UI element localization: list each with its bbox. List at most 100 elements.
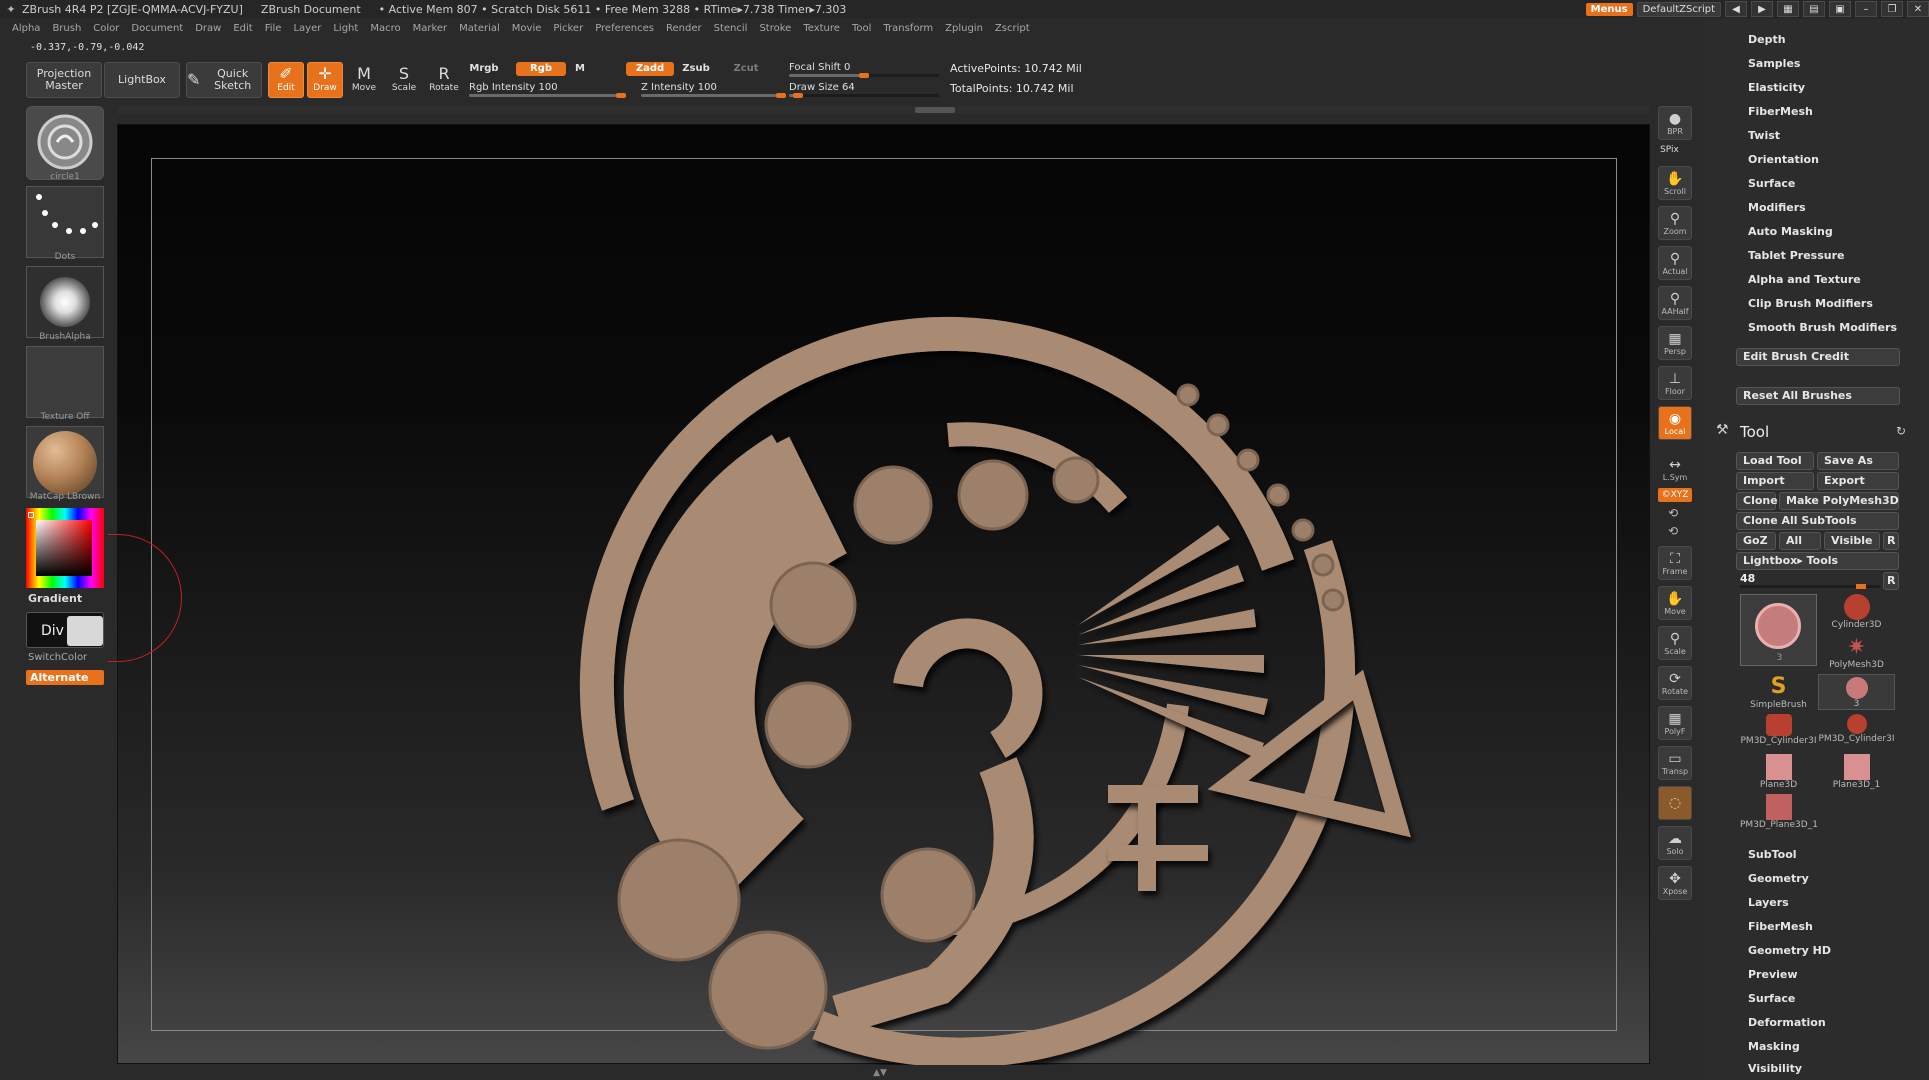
edit-brush-credit-button[interactable]: Edit Brush Credit (1736, 348, 1900, 366)
edit-button[interactable]: ✐ Edit (268, 62, 304, 98)
menu-picker[interactable]: Picker (553, 23, 583, 34)
brush-menu-smooth-modifiers[interactable]: Smooth Brush Modifiers (1748, 321, 1897, 334)
spix-label[interactable]: SPix (1660, 145, 1679, 155)
local-button[interactable]: ◉ Local (1658, 406, 1692, 440)
brush-menu-twist[interactable]: Twist (1748, 129, 1780, 142)
projection-master-button[interactable]: Projection Master (26, 62, 102, 98)
horizontal-scroll-thumb[interactable] (915, 107, 955, 113)
document-canvas[interactable] (117, 124, 1650, 1065)
polyf-button[interactable]: ▦ PolyF (1658, 706, 1692, 740)
tool-menu-geometry[interactable]: Geometry (1748, 872, 1809, 885)
xyz-button[interactable]: ©XYZ (1658, 488, 1692, 502)
stroke-thumbnail[interactable] (26, 186, 104, 258)
scale-view-button[interactable]: ⚲ Scale (1658, 626, 1692, 660)
menu-macro[interactable]: Macro (370, 23, 400, 34)
draw-size-slider[interactable] (789, 93, 939, 98)
persp-button[interactable]: ▦ Persp (1658, 326, 1692, 360)
brush-menu-fibermesh[interactable]: FiberMesh (1748, 105, 1813, 118)
secondary-color-swatch[interactable] (67, 616, 103, 646)
alternate-button[interactable]: Alternate (26, 670, 104, 685)
menu-alpha[interactable]: Alpha (12, 23, 40, 34)
menu-tool[interactable]: Tool (852, 23, 871, 34)
draw-size-knob[interactable] (793, 93, 804, 98)
material-thumbnail[interactable] (26, 426, 104, 498)
brush-menu-clip-modifiers[interactable]: Clip Brush Modifiers (1748, 297, 1873, 310)
make-polymesh-button[interactable]: Make PolyMesh3D (1779, 492, 1899, 510)
sym-rotate-icon[interactable]: ⟲ (1668, 506, 1678, 520)
menu-render[interactable]: Render (666, 23, 702, 34)
tool-plane3d[interactable]: Plane3D (1740, 754, 1817, 790)
step-back-icon[interactable]: ◀ (1725, 1, 1747, 17)
rgb-intensity-slider[interactable] (469, 93, 626, 98)
brush-thumbnail[interactable] (26, 106, 104, 180)
tool-r-button[interactable]: R (1883, 572, 1899, 590)
brush-menu-alpha-texture[interactable]: Alpha and Texture (1748, 273, 1861, 286)
close-icon[interactable]: ✕ (1907, 1, 1929, 17)
goz-r-button[interactable]: R (1883, 532, 1899, 550)
floor-button[interactable]: ⊥ Floor (1658, 366, 1692, 400)
transp-button[interactable]: ▭ Transp (1658, 746, 1692, 780)
load-tool-button[interactable]: Load Tool (1736, 452, 1814, 470)
switchcolor-label[interactable]: SwitchColor (28, 652, 87, 663)
reset-all-brushes-button[interactable]: Reset All Brushes (1736, 387, 1900, 405)
menu-document[interactable]: Document (131, 23, 183, 34)
import-button[interactable]: Import (1736, 472, 1814, 490)
menus-button[interactable]: Menus (1585, 2, 1633, 16)
move-view-button[interactable]: ✋ Move (1658, 586, 1692, 620)
draw-button[interactable]: ✛ Draw (307, 62, 343, 98)
tool-palette-refresh-icon[interactable]: ↻ (1896, 424, 1906, 438)
export-button[interactable]: Export (1817, 472, 1899, 490)
quick-sketch-button[interactable]: ✎ Quick Sketch (186, 62, 262, 98)
z-intensity-knob[interactable] (776, 93, 786, 98)
tool-plane3d-1[interactable]: Plane3D_1 (1818, 754, 1895, 790)
move-button[interactable]: M Move (346, 62, 382, 98)
horizontal-scrollbar[interactable] (117, 106, 1650, 114)
save-as-button[interactable]: Save As (1817, 452, 1899, 470)
tool-count-knob[interactable] (1856, 584, 1866, 589)
aahalf-button[interactable]: ⚲ AAHalf (1658, 286, 1692, 320)
tool-pm3d-plane3d-1[interactable]: PM3D_Plane3D_1 (1740, 794, 1818, 830)
current-tool-thumbnail[interactable]: 3 (1740, 594, 1817, 666)
layout-icon[interactable]: ▦ (1777, 1, 1799, 17)
xpose-button[interactable]: ✥ Xpose (1658, 866, 1692, 900)
menu-file[interactable]: File (265, 23, 282, 34)
tool-menu-visibility[interactable]: Visibility (1748, 1062, 1802, 1075)
tool-menu-layers[interactable]: Layers (1748, 896, 1789, 909)
tool-menu-surface[interactable]: Surface (1748, 992, 1795, 1005)
brush-menu-samples[interactable]: Samples (1748, 57, 1800, 70)
tool-menu-deformation[interactable]: Deformation (1748, 1016, 1826, 1029)
scale-button[interactable]: S Scale (386, 62, 422, 98)
hue-marker[interactable] (28, 512, 34, 518)
switch-color-swatches[interactable]: Div (26, 612, 104, 648)
brush-menu-auto-masking[interactable]: Auto Masking (1748, 225, 1833, 238)
menu-edit[interactable]: Edit (233, 23, 252, 34)
default-zscript-button[interactable]: DefaultZScript (1636, 1, 1721, 17)
tool-menu-masking[interactable]: Masking (1748, 1040, 1800, 1053)
mrgb-toggle[interactable]: Mrgb (466, 62, 502, 76)
rotate-button[interactable]: R Rotate (426, 62, 462, 98)
menu-material[interactable]: Material (459, 23, 500, 34)
color-picker[interactable] (26, 508, 104, 588)
tool-3-second[interactable]: 3 (1818, 674, 1895, 710)
menu-texture[interactable]: Texture (803, 23, 840, 34)
goz-visible-button[interactable]: Visible (1824, 532, 1880, 550)
palette-icon[interactable]: ▤ (1803, 1, 1825, 17)
menu-layer[interactable]: Layer (293, 23, 321, 34)
rgb-toggle[interactable]: Rgb (516, 62, 566, 76)
clone-button[interactable]: Clone (1736, 492, 1778, 510)
menu-color[interactable]: Color (93, 23, 119, 34)
brush-menu-tablet-pressure[interactable]: Tablet Pressure (1748, 249, 1844, 262)
menu-brush[interactable]: Brush (52, 23, 81, 34)
menu-transform[interactable]: Transform (883, 23, 933, 34)
focal-shift-knob[interactable] (859, 73, 869, 78)
tool-cylinder3d[interactable]: Cylinder3D (1818, 594, 1895, 630)
tool-simplebrush[interactable]: S SimpleBrush (1740, 674, 1817, 710)
menu-stencil[interactable]: Stencil (714, 23, 748, 34)
rotate-view-button[interactable]: ⟳ Rotate (1658, 666, 1692, 700)
tool-pm3d-cylinder-b[interactable]: PM3D_Cylinder3I (1818, 714, 1895, 744)
brush-menu-modifiers[interactable]: Modifiers (1748, 201, 1806, 214)
ghost-button[interactable]: ◌ (1658, 786, 1692, 820)
goz-button[interactable]: GoZ (1736, 532, 1776, 550)
texture-thumbnail[interactable] (26, 346, 104, 418)
tool-menu-geometry-hd[interactable]: Geometry HD (1748, 944, 1831, 957)
